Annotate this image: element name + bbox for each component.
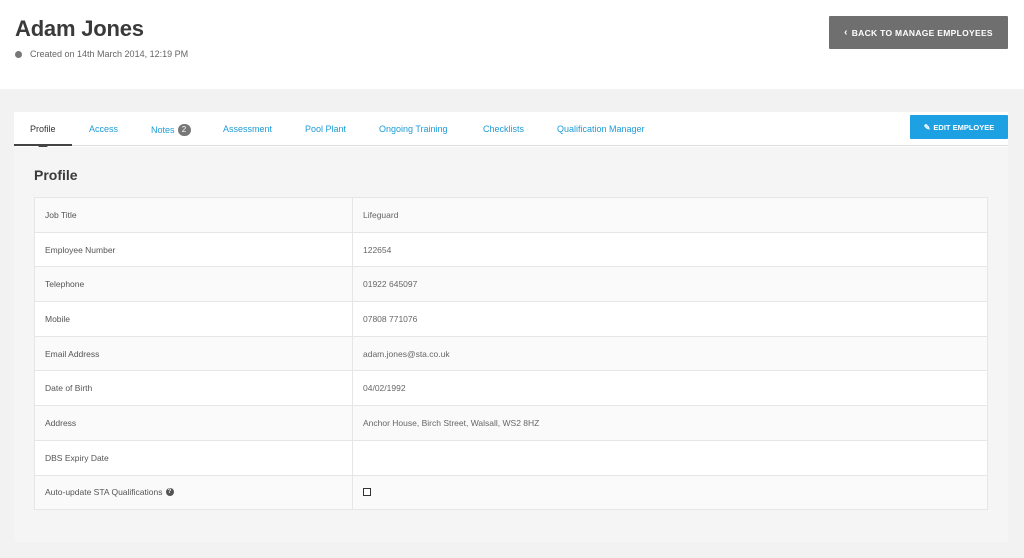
- back-button-label: BACK TO MANAGE EMPLOYEES: [851, 27, 993, 38]
- employee-card: Profile Access Notes 2 Assessment Pool P…: [14, 112, 1008, 542]
- row-label: Mobile: [35, 302, 353, 336]
- table-row: Email Address adam.jones@sta.co.uk: [35, 336, 987, 372]
- page-header: Adam Jones Created on 14th March 2014, 1…: [0, 0, 1024, 89]
- row-label: Address: [35, 406, 353, 440]
- tab-label: Profile: [30, 124, 56, 134]
- row-value: [353, 476, 987, 510]
- tab-assessment[interactable]: Assessment: [223, 124, 272, 134]
- row-value: 01922 645097: [363, 279, 418, 290]
- row-label: Telephone: [35, 267, 353, 302]
- profile-panel: Profile Job Title Lifeguard Employee Num…: [14, 147, 1008, 542]
- profile-table: Job Title Lifeguard Employee Number 1226…: [34, 197, 988, 511]
- tab-label: Pool Plant: [305, 124, 347, 134]
- table-row: Employee Number 122654: [35, 232, 987, 268]
- notes-count-badge: 2: [177, 124, 191, 136]
- created-text: Created on 14th March 2014, 12:19 PM: [30, 49, 189, 59]
- row-label: Date of Birth: [35, 371, 353, 406]
- tab-bar: Profile Access Notes 2 Assessment Pool P…: [14, 112, 1008, 150]
- table-row: Address Anchor House, Birch Street, Wals…: [35, 406, 987, 441]
- tab-label: Access: [89, 124, 119, 134]
- row-label: Employee Number: [35, 232, 353, 267]
- row-value: Anchor House, Birch Street, Walsall, WS2…: [363, 417, 540, 428]
- row-label: Email Address: [35, 336, 353, 371]
- row-label: Auto-update STA Qualifications: [45, 487, 163, 498]
- table-row: Job Title Lifeguard: [35, 198, 987, 233]
- tab-label: Assessment: [223, 124, 273, 134]
- tab-pool-plant[interactable]: Pool Plant: [305, 124, 346, 134]
- table-row: DBS Expiry Date: [35, 440, 987, 476]
- tab-label: Ongoing Training: [379, 124, 448, 134]
- row-label: DBS Expiry Date: [35, 440, 353, 475]
- table-row: Telephone 01922 645097: [35, 267, 987, 303]
- row-value: Lifeguard: [363, 209, 399, 220]
- tab-ongoing-training[interactable]: Ongoing Training: [379, 124, 448, 134]
- auto-update-checkbox[interactable]: [363, 488, 371, 497]
- edit-employee-button[interactable]: ✎ EDIT EMPLOYEE: [910, 115, 1008, 139]
- row-value: 04/02/1992: [363, 383, 406, 394]
- row-value: 07808 771076: [363, 313, 418, 324]
- tab-access[interactable]: Access: [89, 124, 118, 134]
- tab-qualification-manager[interactable]: Qualification Manager: [557, 124, 645, 134]
- section-title: Profile: [34, 167, 78, 183]
- edit-button-label: EDIT EMPLOYEE: [933, 122, 995, 132]
- created-info: Created on 14th March 2014, 12:19 PM: [15, 49, 188, 59]
- chevron-left-icon: ‹: [844, 27, 848, 38]
- table-row: Mobile 07808 771076: [35, 302, 987, 337]
- tab-profile[interactable]: Profile: [30, 124, 56, 134]
- back-to-manage-employees-button[interactable]: ‹ BACK TO MANAGE EMPLOYEES: [829, 16, 1008, 49]
- row-label: Job Title: [35, 198, 353, 232]
- tab-label: Notes: [151, 125, 175, 135]
- tab-checklists[interactable]: Checklists: [483, 124, 524, 134]
- row-value: adam.jones@sta.co.uk: [363, 348, 450, 359]
- table-row: Auto-update STA Qualifications ?: [35, 475, 987, 511]
- page-title: Adam Jones: [15, 16, 144, 41]
- status-dot-icon: [15, 50, 22, 58]
- row-value: 122654: [363, 244, 392, 255]
- row-label-with-help: Auto-update STA Qualifications ?: [35, 475, 353, 510]
- tab-notes[interactable]: Notes 2: [151, 124, 191, 136]
- row-value: [353, 441, 987, 475]
- tab-label: Checklists: [483, 124, 525, 134]
- help-icon[interactable]: ?: [165, 488, 174, 497]
- tab-label: Qualification Manager: [557, 124, 645, 134]
- table-row: Date of Birth 04/02/1992: [35, 371, 987, 407]
- pencil-icon: ✎: [923, 122, 931, 132]
